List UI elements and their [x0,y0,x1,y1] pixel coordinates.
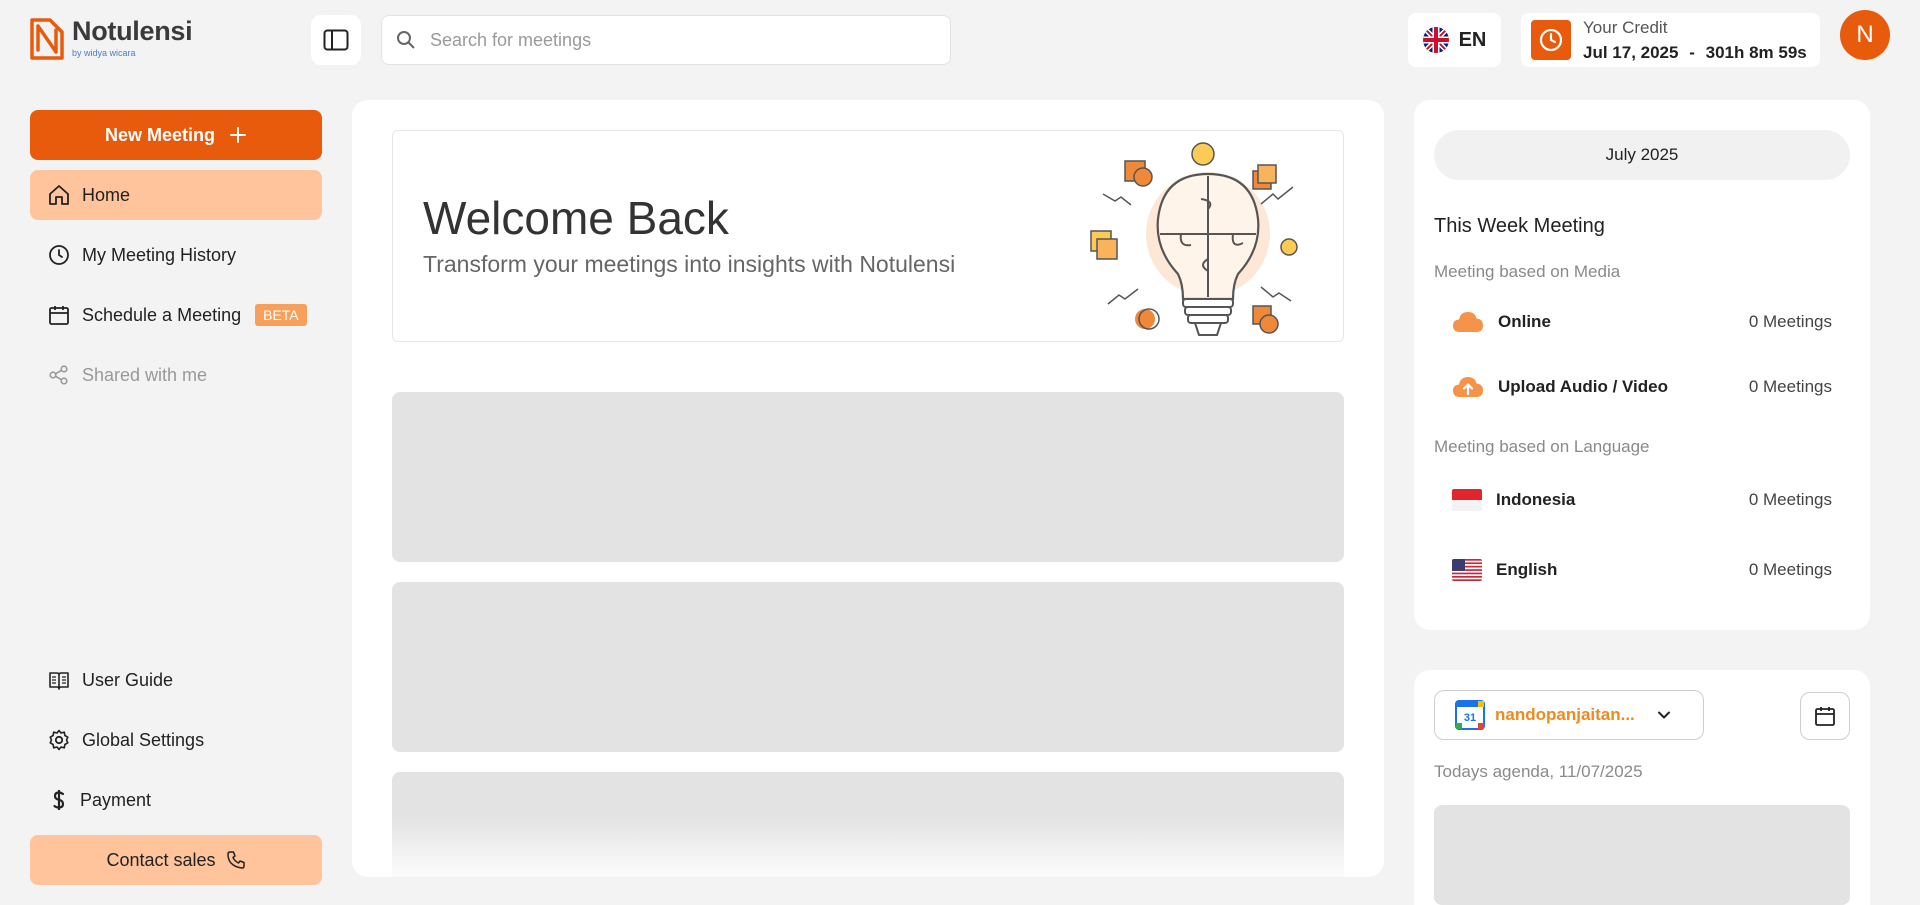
book-icon [49,672,69,690]
language-selector[interactable]: EN [1408,13,1501,67]
share-icon [49,365,68,385]
new-meeting-button[interactable]: New Meeting [30,110,322,160]
sidebar-item-meeting-history[interactable]: My Meeting History [30,230,322,280]
sidebar-toggle-button[interactable] [311,15,361,65]
media-section-label: Meeting based on Media [1434,262,1621,281]
week-meeting-title: This Week Meeting [1434,215,1605,237]
stat-name: English [1496,560,1558,579]
lightbulb-puzzle-illustration [1090,142,1298,336]
sidebar-item-label: Schedule a Meeting [82,304,242,325]
plus-icon [230,127,246,143]
avatar[interactable]: N [1840,10,1890,60]
sidebar-item-label: Home [82,184,131,205]
brand-name: Notulensi [72,16,193,46]
todays-agenda-label: Todays agenda, 11/07/2025 [1434,762,1643,781]
stat-name: Upload Audio / Video [1498,377,1668,396]
search-icon [397,31,415,49]
brand-byline: by widya wicara [72,48,136,58]
clock-icon [1531,20,1571,60]
main-panel: Welcome Back Transform your meetings int… [352,100,1384,877]
stat-count: 0 Meetings [1748,377,1832,396]
sidebar-item-label: Global Settings [82,729,205,750]
contact-sales-button[interactable]: Contact sales [30,835,322,885]
stat-row-english: English 0 Meetings [1452,555,1832,585]
open-calendar-button[interactable] [1800,692,1850,740]
stat-count: 0 Meetings [1748,560,1832,579]
calendar-icon [49,306,69,325]
calendar-icon [1815,707,1835,726]
sidebar-item-label: Shared with me [82,364,208,385]
calendar-agenda-panel: 31 nandopanjaitan... Todays agenda, 11/0… [1414,670,1870,905]
chevron-down-icon [1658,711,1670,719]
beta-badge: BETA [255,304,307,326]
stat-name: Online [1498,312,1551,331]
credit-remaining: 301h 8m 59s [1705,42,1807,62]
svg-text:31: 31 [1464,712,1476,724]
welcome-subtitle: Transform your meetings into insights wi… [423,251,956,277]
sidebar-item-schedule[interactable]: Schedule a Meeting BETA [30,290,322,340]
credit-widget: Your Credit Jul 17, 2025 - 301h 8m 59s [1521,13,1820,67]
sidebar-item-home[interactable]: Home [30,170,322,220]
new-meeting-label: New Meeting [104,124,215,145]
home-icon [49,185,69,205]
dollar-icon [53,790,65,810]
credit-title: Your Credit [1583,17,1668,37]
calendar-account-dropdown[interactable]: 31 nandopanjaitan... [1434,690,1704,740]
sidebar-item-label: User Guide [82,669,174,690]
meeting-card-placeholder [392,582,1344,752]
phone-icon [226,851,245,869]
language-section-label: Meeting based on Language [1434,437,1650,456]
language-code: EN [1458,28,1487,51]
clock-icon [49,245,69,265]
credit-separator: - [1689,42,1695,62]
stat-count: 0 Meetings [1748,312,1832,331]
notulensi-logo-icon [30,18,64,60]
us-flag-icon [1452,559,1482,581]
meeting-card-placeholder [392,392,1344,562]
indonesia-flag-icon [1452,489,1482,511]
sidebar-panel-icon [323,29,349,51]
contact-sales-label: Contact sales [106,849,216,870]
sidebar-item-label: Payment [80,789,152,810]
cloud-icon [1453,312,1483,332]
google-calendar-icon: 31 [1455,700,1485,730]
sidebar-item-user-guide[interactable]: User Guide [30,655,322,705]
list-fade-overlay [352,817,1384,877]
search-bar[interactable] [381,15,951,65]
stat-name: Indonesia [1496,490,1576,509]
sidebar-item-global-settings[interactable]: Global Settings [30,715,322,765]
month-selector[interactable]: July 2025 [1434,130,1850,180]
weekly-summary-panel: July 2025 This Week Meeting Meeting base… [1414,100,1870,630]
stat-row-upload: Upload Audio / Video 0 Meetings [1452,372,1832,402]
welcome-title: Welcome Back [423,192,729,244]
gear-icon [49,729,69,751]
cloud-upload-icon [1453,377,1483,397]
agenda-placeholder [1434,805,1850,905]
sidebar-item-shared[interactable]: Shared with me [30,350,322,400]
welcome-banner: Welcome Back Transform your meetings int… [392,130,1344,342]
stat-row-online: Online 0 Meetings [1452,307,1832,337]
uk-flag-icon [1422,27,1449,53]
stat-row-indonesia: Indonesia 0 Meetings [1452,485,1832,515]
stat-count: 0 Meetings [1748,490,1832,509]
credit-date: Jul 17, 2025 [1583,42,1679,62]
search-input[interactable] [430,29,910,51]
brand-logo[interactable]: Notulensi by widya wicara [28,16,193,62]
calendar-account-email: nandopanjaitan... [1495,705,1635,724]
sidebar-item-label: My Meeting History [82,244,237,265]
sidebar-item-payment[interactable]: Payment [30,775,322,825]
